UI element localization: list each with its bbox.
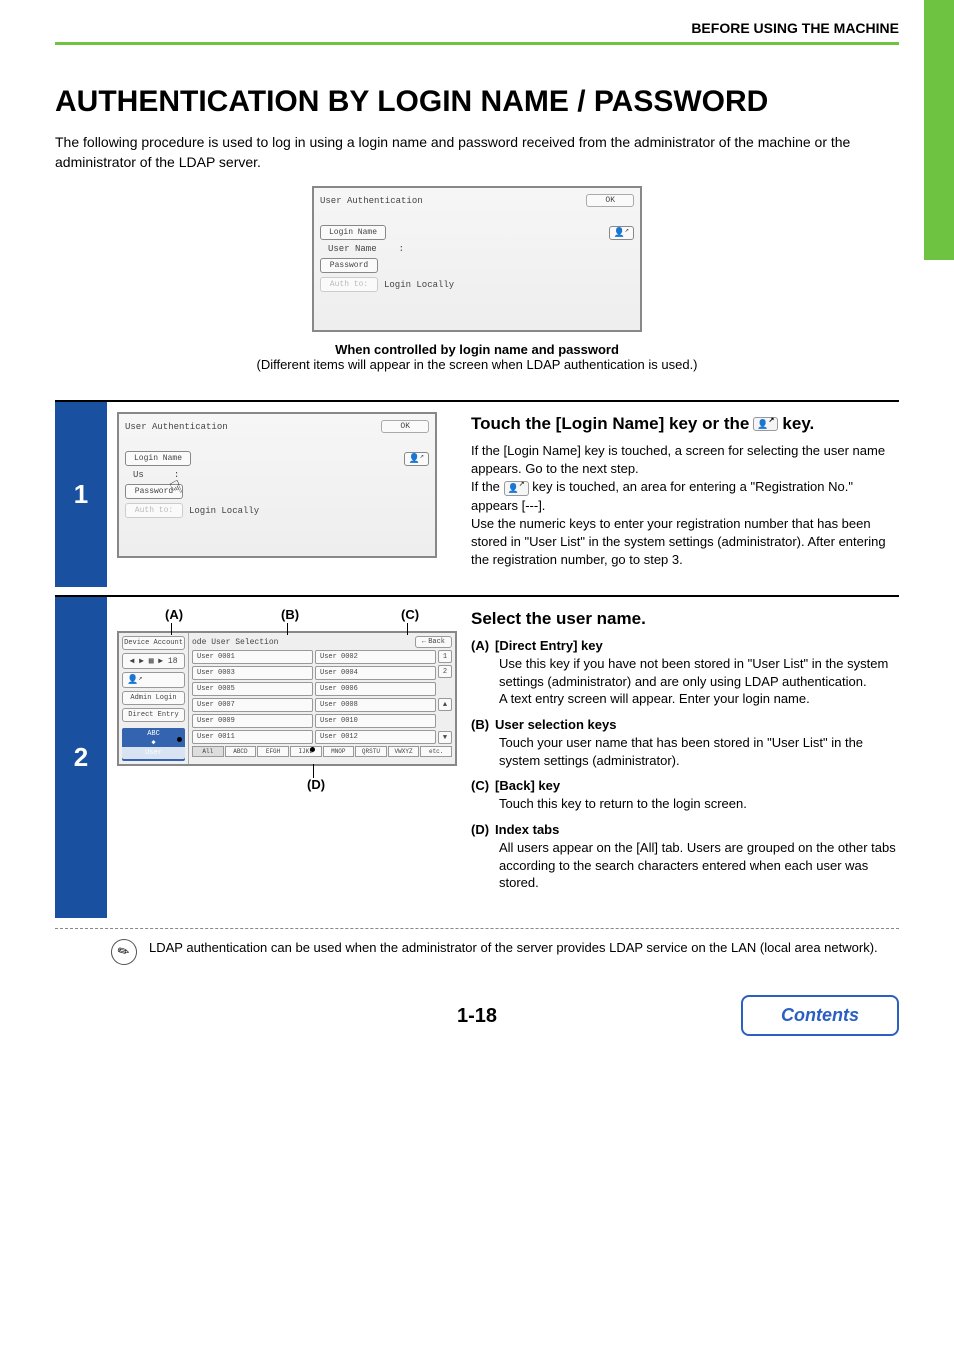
step1-body2: If the key is touched, an area for enter… [471,478,899,514]
auth-to-value: Login Locally [189,506,259,516]
note-row: ✎ LDAP authentication can be used when t… [55,929,899,969]
section-header: BEFORE USING THE MACHINE [55,20,899,45]
contents-button[interactable]: Contents [741,995,899,1036]
selection-sidebar: Device Account ◀ ▶ ▦ ▶ 18 Admin Login Di… [119,633,189,764]
user-selection-illustration: (A) (B) (C) (D) Device Account ◀ ▶ ▦ ▶ 1… [117,607,457,792]
step1-body1: If the [Login Name] key is touched, a sc… [471,442,899,478]
intro-text: The following procedure is used to log i… [55,133,899,172]
registration-icon-button[interactable] [609,226,634,240]
index-tab[interactable]: EFGH [257,746,289,757]
caption-sub: (Different items will appear in the scre… [55,357,899,372]
index-tab[interactable]: All [192,746,224,757]
user-button[interactable]: User 0012 [315,730,436,744]
index-tab[interactable]: MNOP [323,746,355,757]
back-arrow-icon: ← [422,638,426,646]
index-tab[interactable]: QRSTU [355,746,387,757]
auth-title: User Authentication [320,196,423,206]
auth-title: User Authentication [125,422,228,432]
step1-heading-b: key. [782,412,814,436]
side-green-tab [924,0,954,260]
item-C-body: Touch this key to return to the login sc… [499,795,899,813]
user-button[interactable]: User 0011 [192,730,313,744]
ok-button[interactable]: OK [586,194,634,207]
item-D-title: Index tabs [495,821,559,839]
user-button[interactable]: User 0004 [315,666,436,680]
item-A-title: [Direct Entry] key [495,637,603,655]
item-C-tag: (C) [471,777,489,795]
registration-icon-button[interactable] [122,672,185,688]
auth-to-button: Auth to: [320,277,378,292]
step-2: 2 (A) (B) (C) (D) Device Account ◀ ▶ ▦ ▶… [55,595,899,917]
step1-heading-a: Touch the [Login Name] key or the [471,412,749,436]
registration-icon-button[interactable] [404,452,429,466]
admin-login-button[interactable]: Admin Login [122,691,185,705]
callout-D: (D) [307,777,325,792]
item-D-tag: (D) [471,821,489,839]
note-text: LDAP authentication can be used when the… [149,939,878,957]
auth-panel-illustration: User Authentication OK Login Name User N… [312,186,642,332]
step-1-number: 1 [55,402,107,587]
back-button[interactable]: ←Back [415,636,452,648]
page-1-indicator[interactable]: 1 [438,650,452,663]
step1-auth-panel: User Authentication OK Login Name Us : P… [117,412,437,558]
step-1: 1 User Authentication OK Login Name Us : [55,400,899,587]
registration-inline-icon [753,417,778,432]
item-B-body: Touch your user name that has been store… [499,734,899,769]
page-2-indicator[interactable]: 2 [438,665,452,678]
index-tab[interactable]: VWXYZ [388,746,420,757]
item-D-body: All users appear on the [All] tab. Users… [499,839,899,892]
abc-toggle[interactable]: ABC ◆ User [122,728,185,761]
nav-row[interactable]: ◀ ▶ ▦ ▶ 18 [122,653,185,669]
step1-heading: Touch the [Login Name] key or the key. [471,412,899,436]
user-button[interactable]: User 0009 [192,714,313,728]
ok-button[interactable]: OK [381,420,429,433]
selection-title: ode User Selection [192,638,278,647]
user-button[interactable]: User 0007 [192,698,313,712]
user-grid: User 0001 User 0002 1 2 ▲ ▼ [192,650,452,744]
item-B-title: User selection keys [495,716,616,734]
registration-inline-icon [504,481,529,496]
colon: : [399,244,404,254]
step2-heading: Select the user name. [471,607,899,631]
device-account-button[interactable]: Device Account [122,636,185,650]
scroll-down-button[interactable]: ▼ [438,731,452,744]
user-button[interactable]: User 0003 [192,666,313,680]
auth-to-button: Auth to: [125,503,183,518]
item-A-tag: (A) [471,637,489,655]
scroll-up-button[interactable]: ▲ [438,698,452,711]
page-title: AUTHENTICATION BY LOGIN NAME / PASSWORD [55,85,899,119]
auth-to-value: Login Locally [384,280,454,290]
colon: : [174,470,179,480]
index-tab[interactable]: etc. [420,746,452,757]
user-button[interactable]: User 0001 [192,650,313,664]
direct-entry-button[interactable]: Direct Entry [122,708,185,722]
login-name-button[interactable]: Login Name [320,225,386,240]
index-tab[interactable]: ABCD [225,746,257,757]
user-button[interactable]: User 0010 [315,714,436,728]
login-name-button[interactable]: Login Name [125,451,191,466]
pencil-note-icon: ✎ [106,934,142,970]
password-button[interactable]: Password [320,258,378,273]
user-button[interactable]: User 0005 [192,682,313,696]
index-tab[interactable]: IJKL [290,746,322,757]
user-name-label: User Name [328,244,377,254]
step-2-number: 2 [55,597,107,917]
user-button[interactable]: User 0002 [315,650,436,664]
password-button[interactable]: Password [125,484,183,499]
step1-body3: Use the numeric keys to enter your regis… [471,515,899,570]
user-button[interactable]: User 0006 [315,682,436,696]
callout-C: (C) [401,607,419,622]
user-button[interactable]: User 0008 [315,698,436,712]
index-tabs: All ABCD EFGH IJKL MNOP QRSTU VWXYZ etc. [192,746,452,757]
item-C-title: [Back] key [495,777,560,795]
page: BEFORE USING THE MACHINE AUTHENTICATION … [0,0,954,1068]
item-A-body: Use this key if you have not been stored… [499,655,899,708]
callout-B: (B) [281,607,299,622]
caption-main: When controlled by login name and passwo… [55,342,899,357]
callout-A: (A) [165,607,183,622]
item-B-tag: (B) [471,716,489,734]
